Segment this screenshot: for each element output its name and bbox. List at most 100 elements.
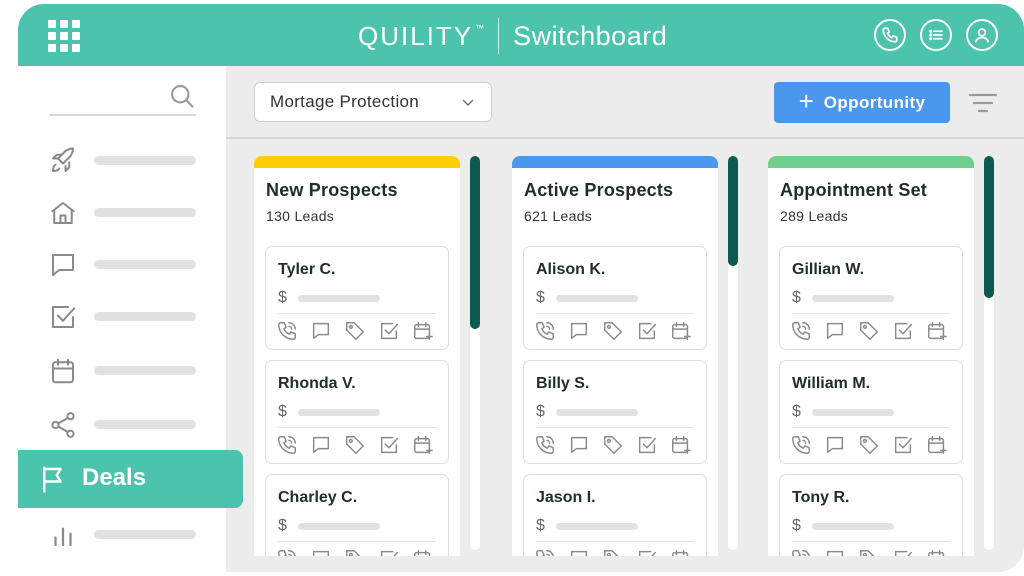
- task-icon[interactable]: [378, 548, 400, 556]
- call-icon[interactable]: [276, 320, 298, 342]
- scrollbar-thumb[interactable]: [984, 156, 994, 298]
- lead-card[interactable]: Tyler C. $: [265, 246, 449, 350]
- search-icon[interactable]: [168, 82, 196, 115]
- column-lead-count: 130 Leads: [266, 208, 335, 224]
- message-icon[interactable]: [824, 434, 846, 456]
- phone-icon[interactable]: [874, 19, 906, 51]
- call-icon[interactable]: [276, 548, 298, 556]
- column-scrollbar[interactable]: [470, 156, 480, 550]
- sidebar-item-rocket[interactable]: [18, 134, 226, 186]
- task-icon[interactable]: [636, 434, 658, 456]
- sidebar-item-home[interactable]: [18, 186, 226, 238]
- sidebar-item-placeholder: [94, 156, 196, 165]
- schedule-icon[interactable]: [670, 320, 692, 342]
- tag-icon[interactable]: [344, 548, 366, 556]
- task-icon[interactable]: [378, 434, 400, 456]
- schedule-icon[interactable]: [670, 434, 692, 456]
- filter-icon[interactable]: [968, 92, 998, 119]
- lead-card[interactable]: Tony R. $: [779, 474, 963, 556]
- checkbox-icon: [48, 302, 78, 332]
- tag-icon[interactable]: [858, 434, 880, 456]
- call-icon[interactable]: [790, 434, 812, 456]
- brand-divider: [498, 18, 500, 54]
- sidebar-item-chat[interactable]: [18, 238, 226, 290]
- message-icon[interactable]: [310, 548, 332, 556]
- schedule-icon[interactable]: [412, 548, 434, 556]
- chevron-down-icon: [459, 95, 477, 116]
- column-scrollbar[interactable]: [984, 156, 994, 550]
- lead-card[interactable]: Billy S. $: [523, 360, 707, 464]
- task-icon[interactable]: [892, 434, 914, 456]
- message-icon[interactable]: [568, 548, 590, 556]
- message-icon[interactable]: [568, 434, 590, 456]
- message-icon[interactable]: [824, 548, 846, 556]
- deal-amount-placeholder: [298, 409, 380, 416]
- card-divider: [792, 313, 950, 314]
- schedule-icon[interactable]: [412, 434, 434, 456]
- lead-card[interactable]: Jason I. $: [523, 474, 707, 556]
- lead-card[interactable]: Gillian W. $: [779, 246, 963, 350]
- tag-icon[interactable]: [858, 548, 880, 556]
- call-icon[interactable]: [534, 320, 556, 342]
- schedule-icon[interactable]: [412, 320, 434, 342]
- scrollbar-thumb[interactable]: [728, 156, 738, 266]
- apps-grid-icon[interactable]: [48, 20, 80, 52]
- schedule-icon[interactable]: [926, 548, 948, 556]
- tag-icon[interactable]: [602, 548, 624, 556]
- tag-icon[interactable]: [602, 434, 624, 456]
- bar-chart-icon: [48, 520, 78, 550]
- scrollbar-thumb[interactable]: [470, 156, 480, 329]
- tag-icon[interactable]: [344, 434, 366, 456]
- pipeline-select[interactable]: Mortage Protection: [254, 82, 492, 122]
- lead-card[interactable]: William M. $: [779, 360, 963, 464]
- tag-icon[interactable]: [858, 320, 880, 342]
- sidebar-item-placeholder: [94, 366, 196, 375]
- message-icon[interactable]: [310, 434, 332, 456]
- card-divider: [278, 427, 436, 428]
- user-icon[interactable]: [966, 19, 998, 51]
- task-icon[interactable]: [378, 320, 400, 342]
- card-actions: [534, 548, 692, 556]
- card-actions: [790, 434, 948, 456]
- lead-card[interactable]: Alison K. $: [523, 246, 707, 350]
- sidebar-item-tasks[interactable]: [18, 290, 226, 342]
- deal-amount-placeholder: [812, 295, 894, 302]
- sidebar-item-deals[interactable]: Deals: [18, 450, 243, 508]
- message-icon[interactable]: [310, 320, 332, 342]
- call-icon[interactable]: [790, 548, 812, 556]
- sidebar-item-placeholder: [94, 530, 196, 539]
- column-title: Appointment Set: [780, 180, 927, 200]
- call-icon[interactable]: [790, 320, 812, 342]
- task-icon[interactable]: [892, 548, 914, 556]
- add-opportunity-button[interactable]: + Opportunity: [774, 82, 950, 123]
- deal-amount-placeholder: [556, 295, 638, 302]
- task-icon[interactable]: [636, 320, 658, 342]
- app-window: QUILITY ™ Switchboard Deals Mortage Prot…: [18, 4, 1024, 572]
- task-icon[interactable]: [636, 548, 658, 556]
- message-icon[interactable]: [568, 320, 590, 342]
- message-icon[interactable]: [824, 320, 846, 342]
- tag-icon[interactable]: [602, 320, 624, 342]
- lead-name: Tyler C.: [278, 261, 336, 278]
- call-icon[interactable]: [534, 434, 556, 456]
- search-input[interactable]: [50, 114, 196, 116]
- lead-card[interactable]: Rhonda V. $: [265, 360, 449, 464]
- lead-card[interactable]: Charley C. $: [265, 474, 449, 556]
- list-icon[interactable]: [920, 19, 952, 51]
- card-actions: [534, 320, 692, 342]
- call-icon[interactable]: [276, 434, 298, 456]
- sidebar-item-share[interactable]: [18, 398, 226, 450]
- call-icon[interactable]: [534, 548, 556, 556]
- sidebar-item-reports[interactable]: [18, 508, 226, 560]
- schedule-icon[interactable]: [926, 320, 948, 342]
- schedule-icon[interactable]: [926, 434, 948, 456]
- column-scrollbar[interactable]: [728, 156, 738, 550]
- tag-icon[interactable]: [344, 320, 366, 342]
- card-divider: [792, 427, 950, 428]
- sidebar-item-calendar[interactable]: [18, 344, 226, 396]
- schedule-icon[interactable]: [670, 548, 692, 556]
- card-actions: [790, 548, 948, 556]
- task-icon[interactable]: [892, 320, 914, 342]
- deal-amount-placeholder: [298, 295, 380, 302]
- dollar-icon: $: [792, 517, 801, 534]
